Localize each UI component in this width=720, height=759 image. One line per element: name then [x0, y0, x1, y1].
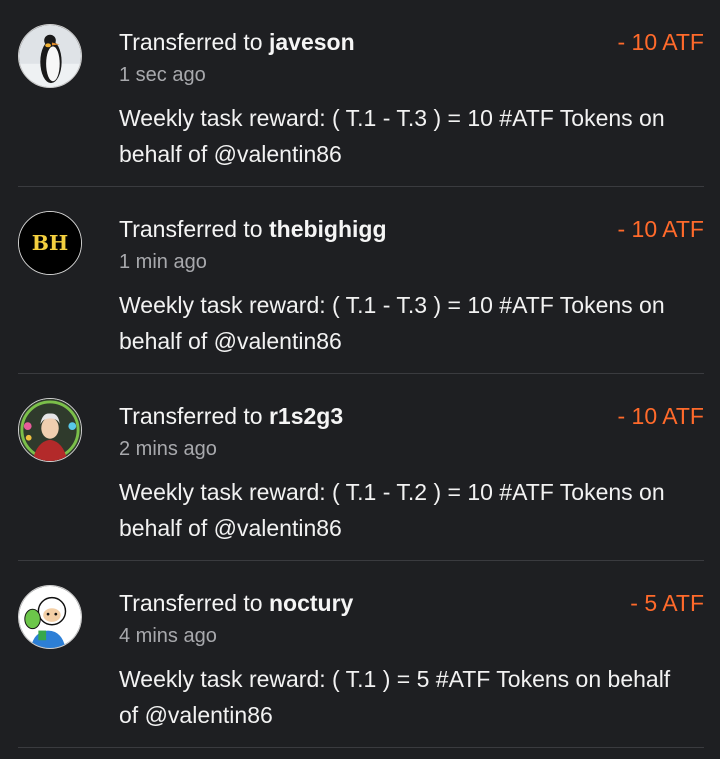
transfer-memo: Weekly task reward: ( T.1 ) = 5 #ATF Tok…: [119, 666, 671, 728]
transfer-memo: Weekly task reward: ( T.1 - T.3 ) = 10 #…: [119, 292, 665, 354]
recipient-link[interactable]: javeson: [269, 29, 355, 55]
transfer-feed: Transferred to javeson - 10 ATF 1 sec ag…: [0, 0, 720, 748]
recipient-link[interactable]: noctury: [269, 590, 353, 616]
penguin-avatar[interactable]: [18, 24, 82, 88]
timestamp: 4 mins ago: [119, 625, 217, 647]
recipient-link[interactable]: thebighigg: [269, 216, 387, 242]
transfer-memo: Weekly task reward: ( T.1 - T.2 ) = 10 #…: [119, 479, 665, 541]
transfer-item: BH Transferred to thebighigg - 10 ATF 1 …: [18, 187, 704, 374]
transfer-memo: Weekly task reward: ( T.1 - T.3 ) = 10 #…: [119, 105, 665, 167]
portrait-avatar[interactable]: [18, 398, 82, 462]
timestamp: 1 min ago: [119, 251, 207, 273]
transfer-title: Transferred to noctury: [119, 590, 354, 616]
recipient-link[interactable]: r1s2g3: [269, 403, 343, 429]
transfer-title: Transferred to javeson: [119, 29, 355, 55]
bh-logo-avatar[interactable]: BH: [18, 211, 82, 275]
transfer-item: Transferred to noctury - 5 ATF 4 mins ag…: [18, 561, 704, 748]
timestamp: 1 sec ago: [119, 64, 206, 86]
transfer-amount: - 5 ATF: [630, 590, 704, 616]
transfer-item: Transferred to r1s2g3 - 10 ATF 2 mins ag…: [18, 374, 704, 561]
transfer-item: Transferred to javeson - 10 ATF 1 sec ag…: [18, 0, 704, 187]
transfer-amount: - 10 ATF: [617, 403, 705, 429]
transfer-amount: - 10 ATF: [617, 29, 705, 55]
transfer-title: Transferred to thebighigg: [119, 216, 387, 242]
transfer-amount: - 10 ATF: [617, 216, 705, 242]
cartoon-avatar[interactable]: [18, 585, 82, 649]
timestamp: 2 mins ago: [119, 438, 217, 460]
transfer-title: Transferred to r1s2g3: [119, 403, 344, 429]
bh-logo-text: BH: [32, 231, 68, 255]
